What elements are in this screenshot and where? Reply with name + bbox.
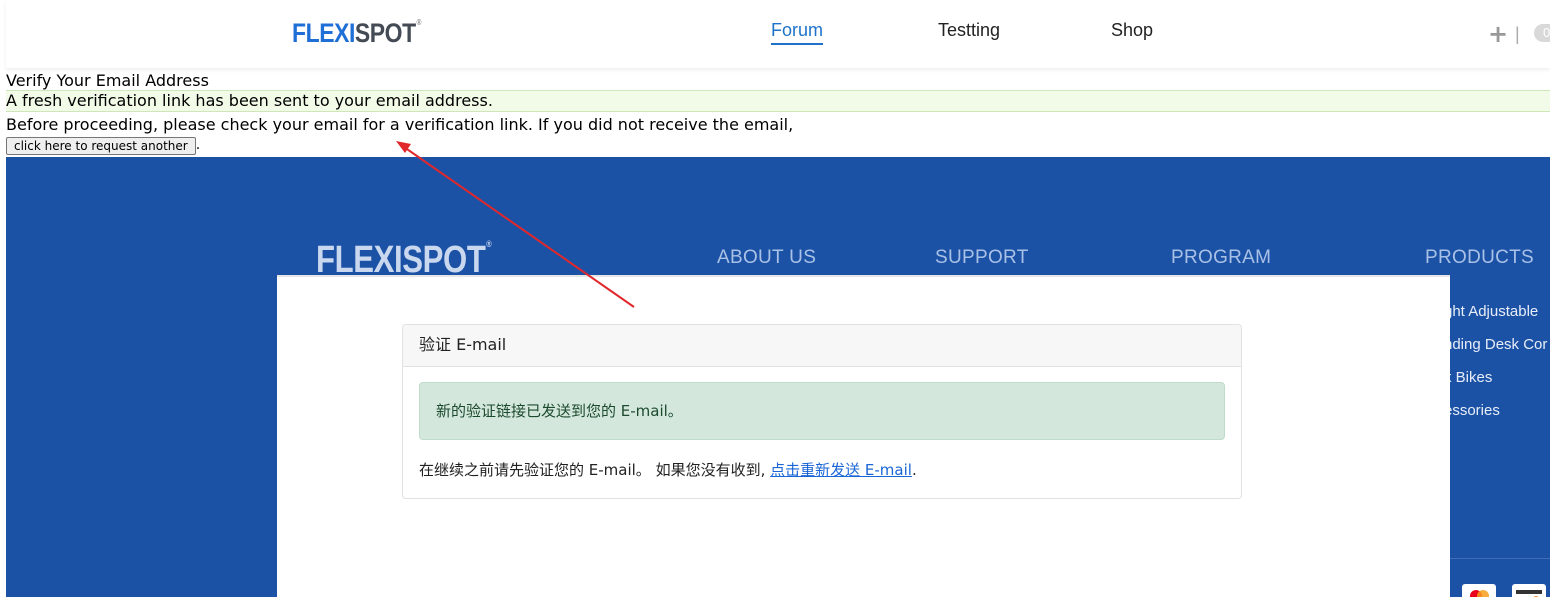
top-header: FLEXISPOT® Forum Testting Shop + | 0 bbox=[6, 0, 1550, 68]
card-success-alert: 新的验证链接已发送到您的 E-mail。 bbox=[419, 382, 1225, 440]
footer-nav-about-us[interactable]: ABOUT US bbox=[717, 247, 816, 269]
plus-icon[interactable]: + bbox=[1488, 22, 1508, 46]
flexispot-logo[interactable]: FLEXISPOT® bbox=[292, 18, 422, 49]
footer-nav-program[interactable]: PROGRAM bbox=[1171, 247, 1271, 269]
embedded-verify-panel: 验证 E-mail 新的验证链接已发送到您的 E-mail。 在继续之前请先验证… bbox=[277, 275, 1450, 597]
footer-divider bbox=[1450, 558, 1550, 559]
request-another-button[interactable]: click here to request another bbox=[6, 137, 196, 155]
resend-email-link[interactable]: 点击重新发送 E-mail bbox=[770, 461, 912, 479]
resend-period: . bbox=[195, 137, 201, 153]
logo-text-flexi: FLEXI bbox=[292, 18, 355, 48]
nav-shop[interactable]: Shop bbox=[1111, 20, 1153, 41]
card-instructions: 在继续之前请先验证您的 E-mail。 如果您没有收到, 点击重新发送 E-ma… bbox=[419, 459, 917, 480]
card-header: 验证 E-mail bbox=[403, 325, 1241, 367]
footer-link-height-adjustable[interactable]: ght Adjustable bbox=[1444, 303, 1538, 320]
footer-nav-support[interactable]: SUPPORT bbox=[935, 247, 1029, 269]
registered-mark: ® bbox=[416, 18, 422, 27]
verify-card: 验证 E-mail 新的验证链接已发送到您的 E-mail。 在继续之前请先验证… bbox=[402, 324, 1242, 499]
cart-count-badge[interactable]: 0 bbox=[1534, 24, 1550, 42]
resend-row: click here to request another. bbox=[6, 137, 200, 157]
footer-link-desk-bikes[interactable]: k Bikes bbox=[1444, 369, 1492, 386]
verify-success-alert: A fresh verification link has been sent … bbox=[6, 90, 1550, 112]
logo-text-spot: SPOT bbox=[354, 18, 416, 48]
card-period: . bbox=[911, 461, 917, 479]
footer-nav-products[interactable]: PRODUCTS bbox=[1425, 247, 1534, 269]
footer-link-standing-desk-converter[interactable]: nding Desk Cor bbox=[1444, 336, 1547, 353]
discover-card-icon bbox=[1512, 584, 1546, 597]
nav-forum[interactable]: Forum bbox=[771, 20, 824, 45]
footer-link-accessories[interactable]: essories bbox=[1444, 402, 1500, 419]
verify-title: Verify Your Email Address bbox=[6, 71, 209, 90]
nav-testting[interactable]: Testting bbox=[938, 20, 1000, 41]
verify-instructions: Before proceeding, please check your ema… bbox=[6, 115, 794, 134]
mastercard-icon bbox=[1462, 584, 1496, 597]
header-separator: | bbox=[1515, 24, 1520, 44]
card-instructions-text: 在继续之前请先验证您的 E-mail。 如果您没有收到, bbox=[419, 461, 766, 479]
footer-registered-mark: ® bbox=[486, 239, 492, 249]
